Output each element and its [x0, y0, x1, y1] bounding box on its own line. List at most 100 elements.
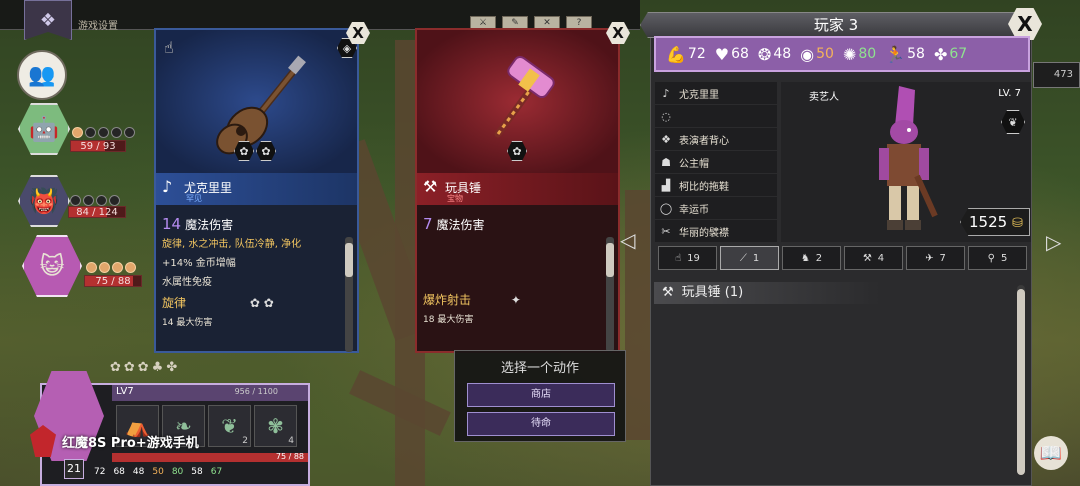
ability-name: 爆炸射击 ✦: [423, 291, 612, 308]
gear-slot-body[interactable]: ❖ 表演者背心: [655, 128, 777, 150]
hud-stats-row: 72 68 48 50 80 58 67: [94, 467, 222, 477]
inventory-item-toy-hammer[interactable]: ⚒ 玩具锤 (1): [654, 282, 880, 304]
party-hp-text-1: 59 / 93: [80, 141, 116, 152]
card-item-rarity: 宝物: [447, 194, 463, 203]
gold-bonus-line: +14% 金币增幅: [162, 258, 236, 269]
hud-stat: 67: [210, 467, 223, 477]
empty-slot-icon: ◌: [661, 109, 671, 123]
hud-stat: 50: [152, 467, 164, 477]
damage-line: 7 魔法伤害: [423, 215, 612, 233]
gear-label: 公主帽: [679, 158, 709, 170]
damage-line: 14 魔法伤害: [162, 215, 351, 233]
stat-heart: ♥ 68: [715, 45, 749, 64]
party-hp-bar-1: 59 / 93: [70, 140, 126, 152]
gear-slot-empty[interactable]: ◌: [655, 105, 777, 127]
eye-icon: ◉: [800, 44, 815, 64]
stat-value: 48: [773, 46, 792, 62]
heart-icon: ♥: [714, 44, 730, 64]
hud-level-label: LV7: [116, 386, 134, 397]
damage-value: 7: [423, 215, 433, 233]
gear-label: 尤克里里: [679, 89, 719, 101]
party-hp-bar-3: 75 / 88: [84, 275, 142, 287]
ability-name: 旋律 ✿ ✿: [162, 294, 351, 311]
shop-button[interactable]: 商店: [467, 383, 615, 407]
action-title: 选择一个动作: [500, 361, 579, 376]
gear-slot-feet[interactable]: ▟ 柯比的拖鞋: [655, 174, 777, 196]
gear-label: 柯比的拖鞋: [679, 181, 729, 193]
axe-icon: ⚒: [862, 252, 872, 264]
leaf-icon: ✾: [267, 414, 284, 438]
character-class: 卖艺人: [809, 92, 839, 103]
party-members-button[interactable]: 👥: [17, 50, 67, 100]
resource-counter: 473: [1033, 62, 1080, 88]
tab-beast[interactable]: ♞ 2: [782, 246, 841, 270]
gear-slot-head[interactable]: ☗ 公主帽: [655, 151, 777, 173]
tab-hand[interactable]: ☝ 19: [658, 246, 717, 270]
gear-label: 华丽的襞襟: [679, 227, 729, 239]
hud-card-wheat[interactable]: ❦ 2: [208, 405, 251, 447]
bird-icon: ✈: [925, 252, 934, 264]
gear-slot-weapon[interactable]: ♪ 尤克里里: [655, 82, 777, 104]
inventory-scrollbar[interactable]: [1017, 285, 1025, 475]
brain-icon: ❂: [757, 44, 772, 64]
gold-value: 1525: [969, 213, 1008, 231]
gear-slot-trinket[interactable]: ◯ 幸运币: [655, 197, 777, 219]
spirit-icon: ✺: [842, 44, 857, 64]
gold-counter: 1525 ⛁: [960, 208, 1030, 236]
equipment-list: ♪ 尤克里里 ◌ ❖ 表演者背心 ☗ 公主帽 ▟ 柯比的拖鞋 ◯ 幸运币 ✂ 华丽的襞襟: [655, 82, 777, 243]
hud-level-badge: 21: [64, 459, 84, 479]
inventory-item-label: 玩具锤 (1): [681, 285, 744, 300]
hud-stat: 68: [113, 467, 125, 477]
settings-title[interactable]: 游戏设置: [78, 17, 118, 32]
card-name-bar: ♪ 尤克里里 罕见: [156, 173, 357, 205]
ability-sub: 18 最大伤害: [423, 315, 474, 325]
party-pips-2: [70, 195, 120, 206]
hud-stat: 80: [171, 467, 184, 477]
beast-icon: ♞: [800, 252, 810, 264]
ability-label: 爆炸射击: [423, 293, 472, 307]
card-body: 14 魔法伤害 旋律, 水之冲击, 队伍冷静, 净化 +14% 金币增幅 水属性免…: [156, 207, 357, 352]
player-stats-bar: 💪 72 ♥ 68 ❂ 48 ◉ 50 ✺ 80 🏃 58 ✤ 67: [654, 36, 1030, 72]
tab-tool[interactable]: ⚲ 5: [968, 246, 1027, 270]
immunity-line: 水属性免疫: [162, 277, 212, 288]
coin-icon: ◯: [659, 201, 673, 215]
stat-value: 58: [907, 46, 925, 62]
bib-icon: ✂: [661, 224, 671, 238]
sword-icon: ⟋: [739, 252, 747, 264]
hammer-type-icon: ⚒: [423, 177, 438, 196]
arrow-right-icon[interactable]: ▷: [1046, 230, 1061, 254]
arrow-left-icon[interactable]: ◁: [620, 228, 635, 252]
journal-book-icon[interactable]: 📖: [1034, 436, 1068, 470]
gear-slot-neck[interactable]: ✂ 华丽的襞襟: [655, 220, 777, 242]
gold-coin-icon: ⛁: [1011, 216, 1023, 231]
redmagic-logo-icon: [30, 425, 56, 457]
card-scrollbar[interactable]: [345, 237, 353, 352]
gear-label: 幸运币: [679, 204, 709, 216]
party-pips-1: [72, 127, 135, 138]
stat-value: 67: [949, 46, 968, 62]
wheat-icon: ❦: [221, 414, 238, 438]
stat-value: 68: [731, 46, 749, 62]
stat-value: 50: [816, 46, 834, 62]
tab-axe[interactable]: ⚒ 4: [844, 246, 903, 270]
party-hp-text-2: 84 / 124: [76, 207, 118, 218]
ability-hex-icons: ✿ ✿: [249, 296, 274, 310]
effects-list: 旋律, 水之冲击, 队伍冷静, 净化: [162, 239, 302, 250]
ukulele-icon: [215, 55, 306, 154]
status-effect-icons: ✿✿✿♣✤: [110, 360, 181, 375]
tab-sword[interactable]: ⟋ 1: [720, 246, 779, 270]
standby-button[interactable]: 待命: [467, 412, 615, 436]
gear-label: 表演者背心: [679, 135, 729, 147]
speed-icon: 🏃: [885, 44, 906, 64]
tab-bird[interactable]: ✈ 7: [906, 246, 965, 270]
hud-card-leaf[interactable]: ✾ 4: [254, 405, 297, 447]
card-scrollbar[interactable]: [606, 237, 614, 352]
party-hp-text-3: 75 / 88: [95, 276, 131, 287]
character-figure: [879, 86, 938, 230]
vest-icon: ❖: [661, 132, 671, 146]
device-watermark: 红魔8S Pro+游戏手机: [30, 425, 199, 457]
ability-label: 旋律: [162, 296, 187, 310]
damage-label: 魔法伤害: [436, 218, 485, 232]
item-card-toy-hammer: ✿ ⚒ 玩具锤 宝物 7 魔法伤害 爆炸射击 ✦ 18 最大伤害: [415, 28, 620, 353]
luck-icon: ✤: [933, 44, 948, 64]
